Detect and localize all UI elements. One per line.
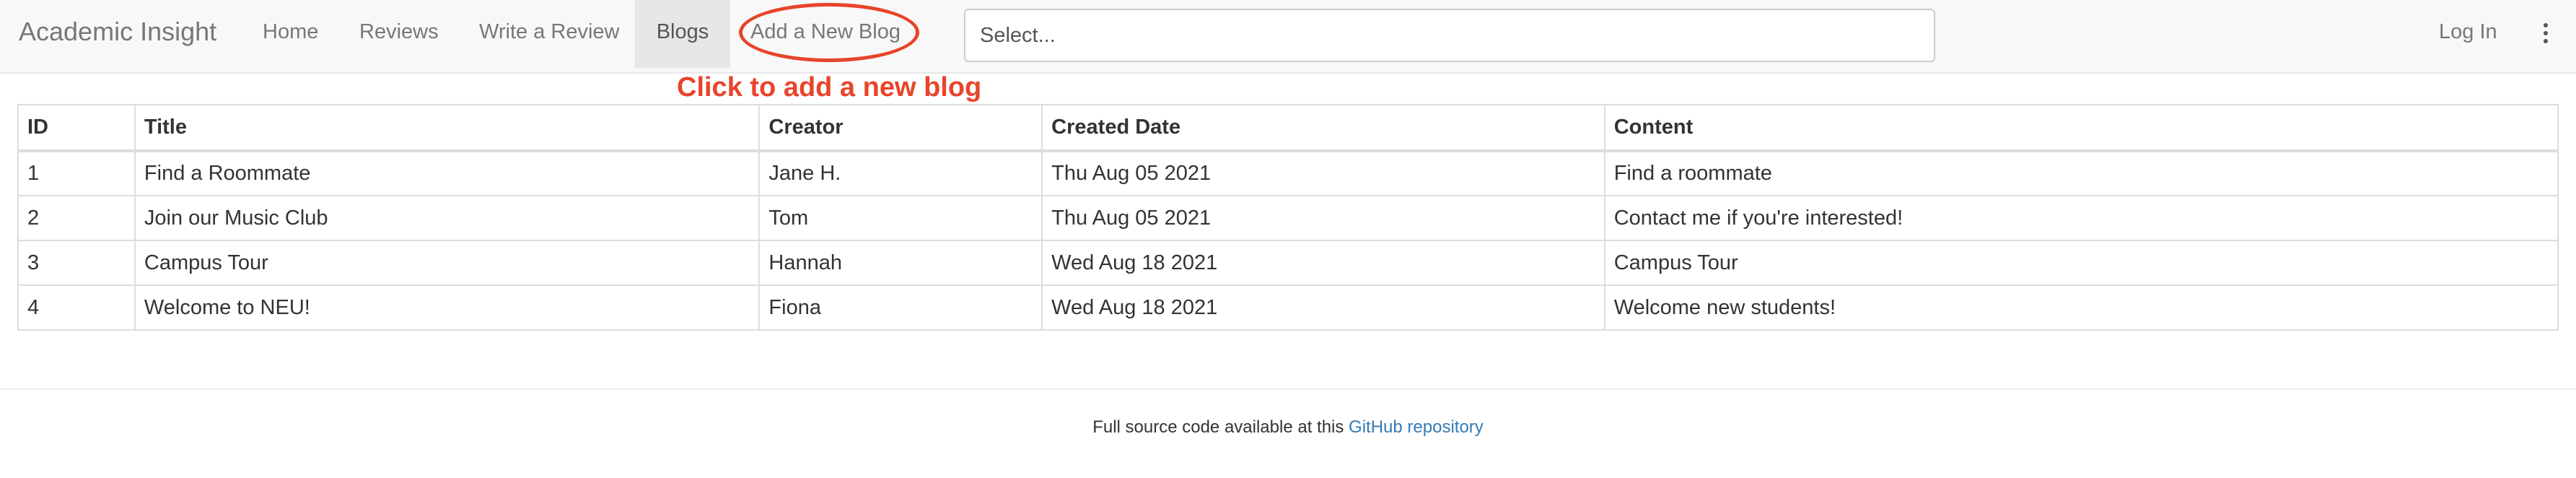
header-creator: Creator	[758, 104, 1043, 152]
cell-content: Welcome new students!	[1603, 284, 2559, 331]
table-row[interactable]: 1 Find a Roommate Jane H. Thu Aug 05 202…	[17, 150, 2559, 196]
cell-id: 3	[17, 240, 136, 286]
github-repository-link[interactable]: GitHub repository	[1349, 417, 1484, 437]
nav-add-blog-link[interactable]: Add a New Blog	[750, 0, 901, 68]
annotation-callout: Click to add a new blog	[677, 72, 982, 103]
nav-reviews-link[interactable]: Reviews	[359, 0, 439, 68]
select-dropdown[interactable]: Select...	[964, 9, 1935, 62]
header-title: Title	[133, 104, 761, 152]
cell-creator: Tom	[758, 195, 1043, 241]
cell-creator: Hannah	[758, 240, 1043, 286]
header-id: ID	[17, 104, 136, 152]
cell-created-date: Wed Aug 18 2021	[1041, 284, 1605, 331]
nav-write-review-link[interactable]: Write a Review	[479, 0, 619, 68]
cell-id: 2	[17, 195, 136, 241]
table-row[interactable]: 3 Campus Tour Hannah Wed Aug 18 2021 Cam…	[17, 240, 2559, 286]
footer-text: Full source code available at this	[1092, 417, 1349, 437]
table-row[interactable]: 2 Join our Music Club Tom Thu Aug 05 202…	[17, 195, 2559, 241]
header-content: Content	[1603, 104, 2559, 152]
cell-creator: Jane H.	[758, 150, 1043, 196]
cell-content: Contact me if you're interested!	[1603, 195, 2559, 241]
header-created-date: Created Date	[1041, 104, 1605, 152]
login-link[interactable]: Log In	[2439, 0, 2497, 68]
blogs-table: ID Title Creator Created Date Content 1 …	[17, 104, 2559, 331]
cell-created-date: Thu Aug 05 2021	[1041, 195, 1605, 241]
kebab-menu-icon[interactable]	[2538, 22, 2553, 45]
cell-created-date: Thu Aug 05 2021	[1041, 150, 1605, 196]
kebab-dot	[2544, 39, 2548, 43]
table-header-row: ID Title Creator Created Date Content	[17, 104, 2559, 152]
cell-creator: Fiona	[758, 284, 1043, 331]
cell-id: 1	[17, 150, 136, 196]
brand-link[interactable]: Academic Insight	[19, 0, 216, 72]
cell-title: Join our Music Club	[133, 195, 761, 241]
cell-title: Find a Roommate	[133, 150, 761, 196]
navbar: Academic Insight Home Reviews Write a Re…	[0, 0, 2576, 74]
cell-created-date: Wed Aug 18 2021	[1041, 240, 1605, 286]
kebab-dot	[2544, 31, 2548, 35]
nav-blogs-link[interactable]: Blogs	[635, 0, 730, 68]
cell-content: Campus Tour	[1603, 240, 2559, 286]
cell-id: 4	[17, 284, 136, 331]
footer: Full source code available at this GitHu…	[0, 417, 2576, 438]
cell-content: Find a roommate	[1603, 150, 2559, 196]
kebab-dot	[2544, 23, 2548, 27]
table-row[interactable]: 4 Welcome to NEU! Fiona Wed Aug 18 2021 …	[17, 284, 2559, 331]
footer-divider	[0, 388, 2576, 390]
cell-title: Campus Tour	[133, 240, 761, 286]
select-placeholder: Select...	[980, 24, 1056, 47]
cell-title: Welcome to NEU!	[133, 284, 761, 331]
nav-home-link[interactable]: Home	[263, 0, 318, 68]
